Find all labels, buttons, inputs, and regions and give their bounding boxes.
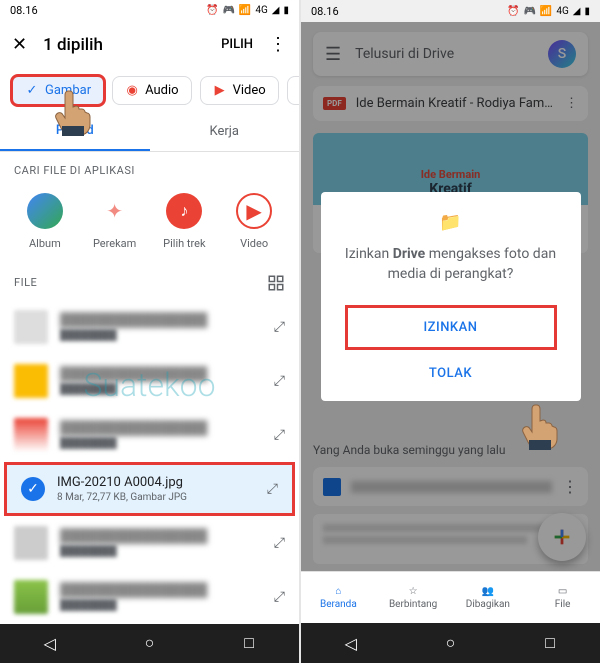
- file-row-selected[interactable]: ✓ IMG-20210 A0004.jpg 8 Mar, 72,77 KB, G…: [4, 462, 295, 516]
- permission-dialog-overlay: 📁 Izinkan Drive mengakses foto dan media…: [301, 22, 600, 571]
- home-button[interactable]: ○: [440, 633, 460, 653]
- expand-icon[interactable]: ⤢: [267, 481, 278, 497]
- home-icon: ⌂: [335, 586, 341, 597]
- filter-chips: ✓ Gambar ◉ Audio ▶ Video ▭ Doku: [0, 68, 299, 112]
- recents-button[interactable]: □: [540, 633, 560, 653]
- video-icon: ▶: [213, 84, 227, 98]
- app-album[interactable]: Album: [14, 193, 76, 250]
- status-icons: ⏰🎮📶4G◢▮: [206, 5, 289, 16]
- status-time: 08.16: [10, 4, 38, 17]
- bottom-nav: ⌂ Beranda ☆ Berbintang 👥 Dibagikan ▭ Fil…: [301, 571, 600, 623]
- phone-left: 08.16 ⏰🎮📶4G◢▮ ✕ 1 dipilih PILIH ⋮ ✓ Gamb…: [0, 0, 299, 663]
- picker-header: ✕ 1 dipilih PILIH ⋮: [0, 22, 299, 69]
- tab-personal[interactable]: Pribad: [0, 113, 150, 151]
- nav-file[interactable]: ▭ File: [525, 572, 600, 623]
- folder-icon: ▭: [558, 586, 567, 597]
- album-icon: [27, 193, 63, 229]
- nav-beranda[interactable]: ⌂ Beranda: [301, 572, 376, 623]
- grid-view-icon[interactable]: [267, 274, 285, 292]
- selection-count: 1 dipilih: [43, 35, 205, 55]
- file-row[interactable]: ████████████████████████ ⤢: [0, 570, 299, 624]
- expand-icon[interactable]: ⤢: [274, 373, 285, 389]
- deny-button[interactable]: TOLAK: [337, 354, 565, 393]
- file-row[interactable]: ████████████████████████ ⤢: [0, 354, 299, 408]
- status-bar: 08.16 ⏰🎮📶4G◢▮: [0, 0, 299, 22]
- app-perekam[interactable]: ✦ Perekam: [84, 193, 146, 250]
- play-icon: ▶: [236, 193, 272, 229]
- file-row[interactable]: ████████████████████████ ⤢: [0, 300, 299, 354]
- file-meta: 8 Mar, 72,77 KB, Gambar JPG: [57, 492, 255, 503]
- expand-icon[interactable]: ⤢: [274, 535, 285, 551]
- nav-dibagikan[interactable]: 👥 Dibagikan: [451, 572, 526, 623]
- chip-video[interactable]: ▶ Video: [200, 76, 279, 104]
- phone-right: 08.16 ⏰🎮📶4G◢▮ ☰ Telusuri di Drive S PDF …: [301, 0, 600, 663]
- folder-icon: 📁: [337, 212, 565, 233]
- tab-work[interactable]: Kerja: [150, 113, 300, 151]
- status-time: 08.16: [311, 5, 339, 18]
- selected-check-icon: ✓: [21, 477, 45, 501]
- apps-section-label: CARI FILE DI APLIKASI: [0, 152, 299, 185]
- apps-row: Album ✦ Perekam ♪ Pilih trek ▶ Video: [0, 185, 299, 266]
- close-icon[interactable]: ✕: [12, 34, 27, 55]
- back-button[interactable]: ◁: [341, 633, 361, 653]
- nav-berbintang[interactable]: ☆ Berbintang: [376, 572, 451, 623]
- dialog-message: Izinkan Drive mengakses foto dan media d…: [337, 245, 565, 284]
- recents-button[interactable]: □: [239, 633, 259, 653]
- android-nav-bar: ◁ ○ □: [301, 623, 600, 663]
- audio-icon: ◉: [125, 84, 139, 98]
- pick-button[interactable]: PILIH: [221, 37, 253, 52]
- file-row[interactable]: ████████████████████████ ⤢: [0, 408, 299, 462]
- chip-gambar[interactable]: ✓ Gambar: [10, 74, 106, 106]
- expand-icon[interactable]: ⤢: [274, 589, 285, 605]
- app-video[interactable]: ▶ Video: [223, 193, 285, 250]
- music-icon: ♪: [166, 193, 202, 229]
- tabs: Pribad Kerja: [0, 113, 299, 152]
- chip-doc[interactable]: ▭ Doku: [287, 76, 299, 104]
- expand-icon[interactable]: ⤢: [274, 319, 285, 335]
- allow-button[interactable]: IZINKAN: [345, 305, 557, 350]
- recorder-icon: ✦: [97, 193, 133, 229]
- more-icon[interactable]: ⋮: [269, 34, 287, 55]
- file-thumbnail: [14, 526, 48, 560]
- android-nav-bar: ◁ ○ □: [0, 624, 299, 663]
- app-pilih-trek[interactable]: ♪ Pilih trek: [154, 193, 216, 250]
- file-thumbnail: [14, 310, 48, 344]
- star-icon: ☆: [409, 586, 418, 597]
- file-section-header: FILE: [0, 266, 299, 300]
- home-button[interactable]: ○: [139, 633, 159, 653]
- check-icon: ✓: [25, 84, 39, 98]
- file-thumbnail: [14, 580, 48, 614]
- chip-audio[interactable]: ◉ Audio: [112, 76, 191, 104]
- back-button[interactable]: ◁: [40, 633, 60, 653]
- file-row[interactable]: ████████████████████████ ⤢: [0, 516, 299, 570]
- permission-dialog: 📁 Izinkan Drive mengakses foto dan media…: [321, 192, 581, 400]
- status-bar: 08.16 ⏰🎮📶4G◢▮: [301, 0, 600, 22]
- file-thumbnail: [14, 418, 48, 452]
- file-name: IMG-20210 A0004.jpg: [57, 475, 255, 490]
- shared-icon: 👥: [482, 586, 494, 597]
- expand-icon[interactable]: ⤢: [274, 427, 285, 443]
- status-icons: ⏰🎮📶4G◢▮: [507, 6, 590, 17]
- file-thumbnail: [14, 364, 48, 398]
